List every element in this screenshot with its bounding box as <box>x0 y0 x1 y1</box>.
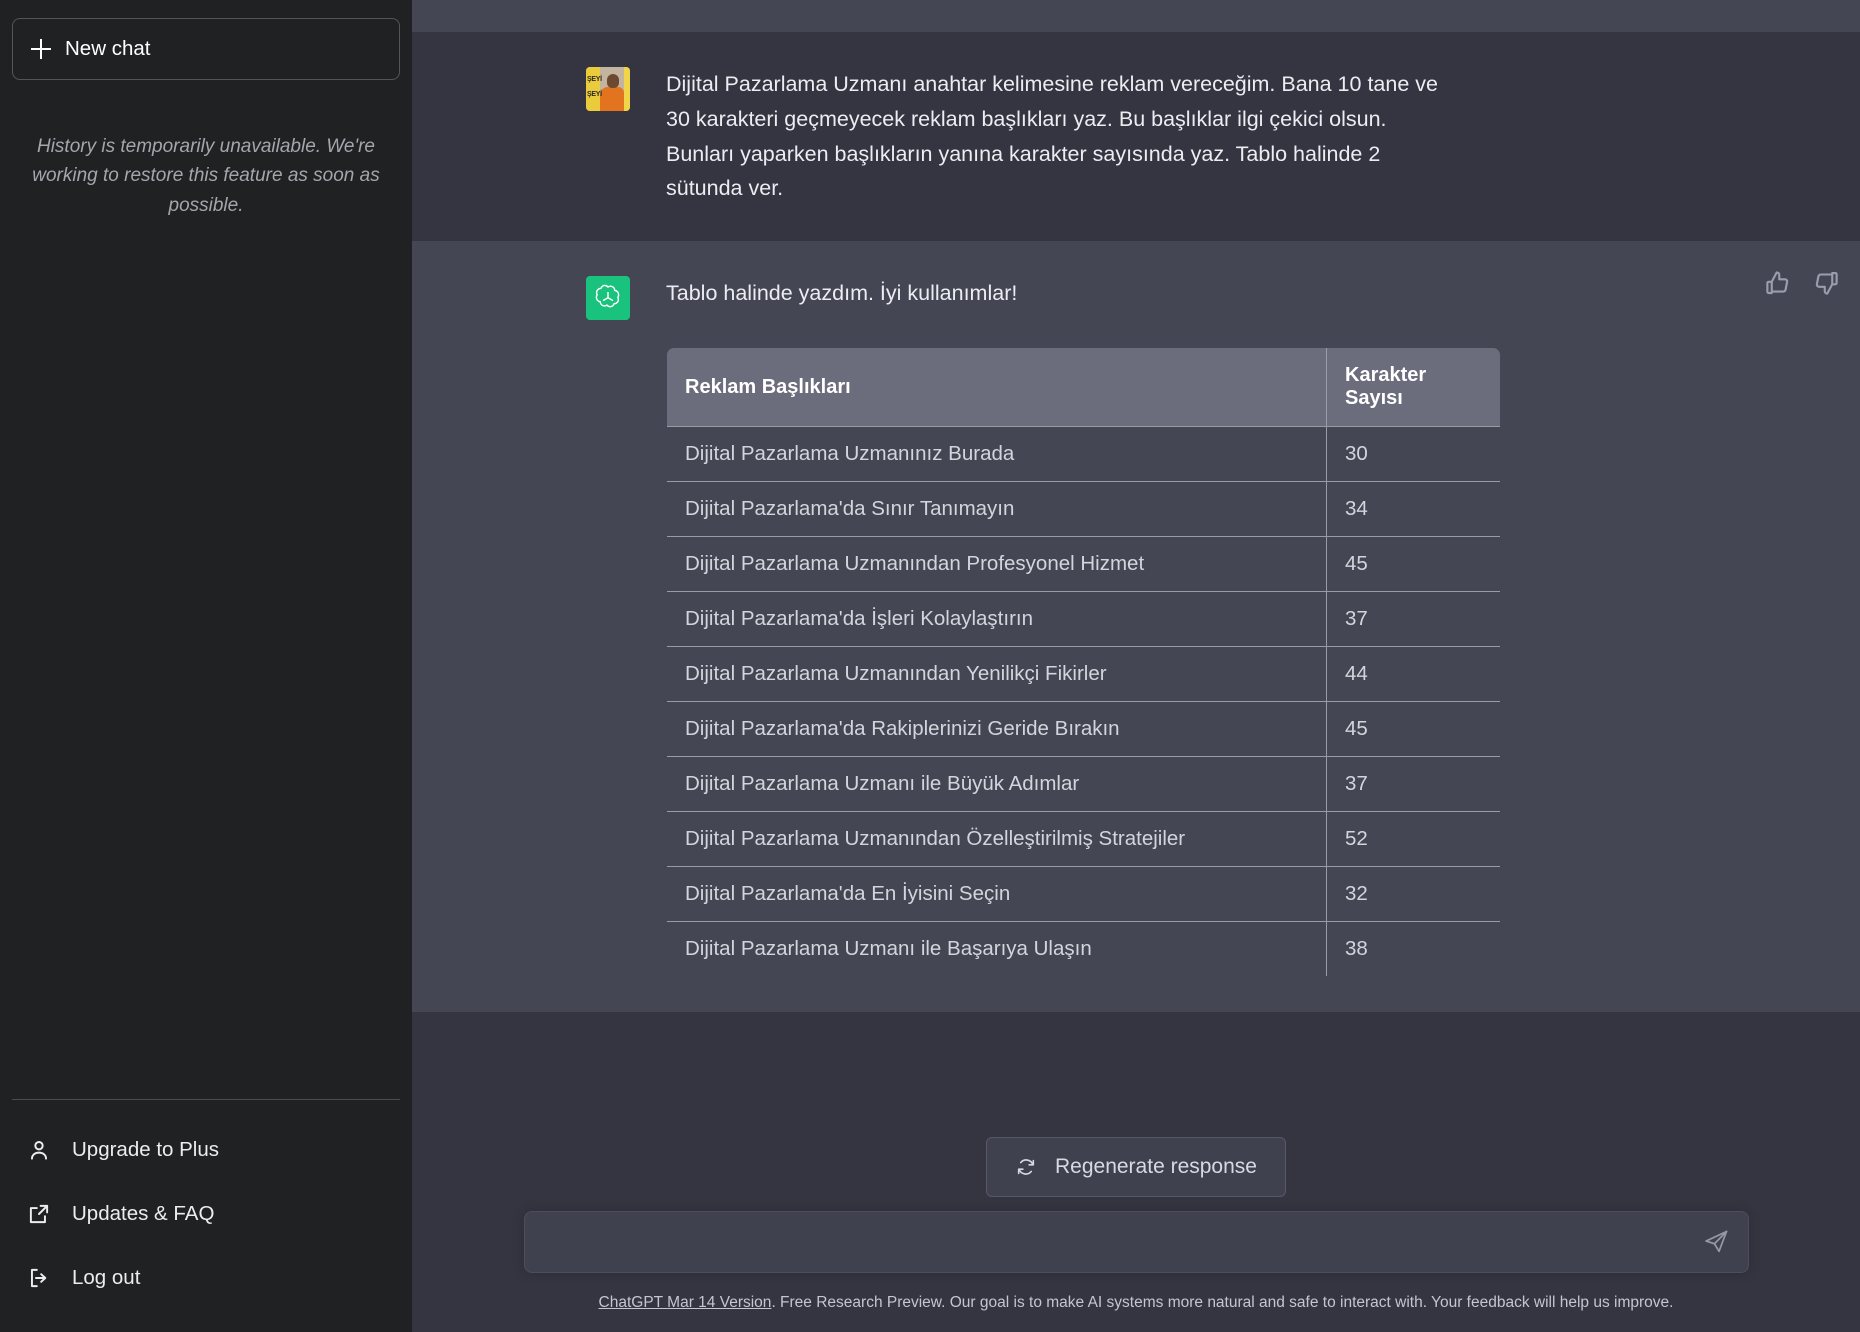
regenerate-response-button[interactable]: Regenerate response <box>986 1136 1286 1197</box>
new-chat-button[interactable]: New chat <box>12 18 400 80</box>
logout-icon <box>30 1268 47 1288</box>
table-cell-headline: Dijital Pazarlama Uzmanından Özelleştiri… <box>667 811 1327 868</box>
user-avatar-photo: ŞEYİ ŞEYİ <box>586 67 630 111</box>
ad-headlines-table: Reklam Başlıkları Karakter Sayısı Dijita… <box>666 347 1501 978</box>
table-cell-count: 45 <box>1326 536 1500 593</box>
table-cell-headline: Dijital Pazarlama'da İşleri Kolaylaştırı… <box>667 591 1327 648</box>
table-column-header-reklam-basliklari: Reklam Başlıkları <box>667 348 1327 428</box>
table-cell-count: 30 <box>1326 426 1500 483</box>
chatgpt-app: New chat History is temporarily unavaila… <box>0 0 1860 1332</box>
message-rating-controls <box>1763 268 1841 298</box>
table-row: Dijital Pazarlama'da Rakiplerinizi Gerid… <box>667 701 1500 758</box>
table-row: Dijital Pazarlama'da En İyisini Seçin 32 <box>667 866 1500 923</box>
external-link-icon <box>29 1204 49 1224</box>
new-chat-label: New chat <box>65 37 151 60</box>
thumbs-up-icon[interactable] <box>1763 268 1793 298</box>
message-input[interactable] <box>524 1230 1748 1254</box>
table-cell-headline: Dijital Pazarlama Uzmanı ile Başarıya Ul… <box>667 921 1327 977</box>
user-message-text: Dijital Pazarlama Uzmanı anahtar kelimes… <box>666 72 1444 201</box>
refresh-icon <box>1017 1158 1035 1175</box>
sidebar-item-log-out[interactable]: Log out <box>12 1246 400 1310</box>
sidebar-item-label-logout: Log out <box>72 1266 141 1289</box>
thumbs-down-icon[interactable] <box>1811 268 1841 298</box>
avatar-text-top: ŞEYİ <box>587 76 602 83</box>
sidebar-item-label-upgrade: Upgrade to Plus <box>72 1138 220 1161</box>
table-cell-headline: Dijital Pazarlama'da Sınır Tanımayın <box>667 481 1327 538</box>
table-cell-count: 37 <box>1326 591 1500 648</box>
table-cell-count: 37 <box>1326 756 1500 813</box>
table-row: Dijital Pazarlama Uzmanından Profesyonel… <box>667 536 1500 593</box>
scrollbar[interactable] <box>1856 0 1860 1332</box>
table-cell-headline: Dijital Pazarlama'da Rakiplerinizi Gerid… <box>667 701 1327 758</box>
avatar-text-bottom: ŞEYİ <box>587 91 602 98</box>
chat-main: ŞEYİ ŞEYİ Dijital Pazarlama Uzmanı anaht… <box>412 0 1860 1332</box>
sidebar-item-upgrade-to-plus[interactable]: Upgrade to Plus <box>12 1118 400 1182</box>
person-icon <box>30 1141 48 1160</box>
table-cell-count: 34 <box>1326 481 1500 538</box>
table-column-header-karakter-sayisi: Karakter Sayısı <box>1326 348 1500 428</box>
table-cell-count: 45 <box>1326 701 1500 758</box>
regenerate-wrapper: Regenerate response <box>412 1131 1860 1211</box>
regenerate-response-label: Regenerate response <box>1055 1154 1257 1178</box>
message-thread: ŞEYİ ŞEYİ Dijital Pazarlama Uzmanı anaht… <box>412 0 1860 1013</box>
table-row: Dijital Pazarlama'da Sınır Tanımayın 34 <box>667 481 1500 538</box>
table-row: Dijital Pazarlama Uzmanınız Burada 30 <box>667 426 1500 483</box>
openai-logo-icon <box>595 285 620 308</box>
table-cell-count: 38 <box>1326 921 1500 977</box>
table-cell-headline: Dijital Pazarlama Uzmanınız Burada <box>667 426 1327 483</box>
message-input-box[interactable] <box>523 1210 1749 1273</box>
table-row: Dijital Pazarlama Uzmanı ile Büyük Adıml… <box>667 756 1500 813</box>
table-row: Dijital Pazarlama Uzmanı ile Başarıya Ul… <box>667 921 1500 977</box>
assistant-message-row: Tablo halinde yazdım. İyi kullanımlar! R… <box>412 241 1860 1013</box>
sidebar-footer-menu: Upgrade to Plus Updates & FAQ Log out <box>12 1099 400 1324</box>
table-header-row: Reklam Başlıkları Karakter Sayısı <box>667 348 1500 428</box>
input-row <box>412 1210 1860 1283</box>
sidebar-item-updates-faq[interactable]: Updates & FAQ <box>12 1182 400 1246</box>
table-cell-headline: Dijital Pazarlama Uzmanından Yenilikçi F… <box>667 646 1327 703</box>
table-cell-count: 32 <box>1326 866 1500 923</box>
table-cell-count: 44 <box>1326 646 1500 703</box>
avatar <box>586 276 630 321</box>
assistant-message-text: Tablo halinde yazdım. İyi kullanımlar! <box>666 281 1018 306</box>
avatar: ŞEYİ ŞEYİ <box>586 67 630 111</box>
sidebar-item-label-updates: Updates & FAQ <box>72 1202 215 1225</box>
footer-disclaimer: ChatGPT Mar 14 Version. Free Research Pr… <box>412 1283 1860 1332</box>
version-link[interactable]: ChatGPT Mar 14 Version <box>599 1294 772 1311</box>
table-row: Dijital Pazarlama Uzmanından Özelleştiri… <box>667 811 1500 868</box>
footer-disclaimer-text: . Free Research Preview. Our goal is to … <box>771 1293 1674 1311</box>
table-cell-count: 52 <box>1326 811 1500 868</box>
plus-icon <box>31 39 51 59</box>
sidebar: New chat History is temporarily unavaila… <box>0 0 412 1332</box>
history-unavailable-note: History is temporarily unavailable. We'r… <box>32 136 380 216</box>
composer-area: Regenerate response ChatGPT Mar 14 Versi… <box>412 1120 1860 1332</box>
ad-headlines-table-wrapper: Reklam Başlıkları Karakter Sayısı Dijita… <box>666 347 1686 978</box>
table-cell-headline: Dijital Pazarlama Uzmanı ile Büyük Adıml… <box>667 756 1327 813</box>
table-row: Dijital Pazarlama Uzmanından Yenilikçi F… <box>667 646 1500 703</box>
send-icon[interactable] <box>1702 1228 1730 1256</box>
user-message-row: ŞEYİ ŞEYİ Dijital Pazarlama Uzmanı anaht… <box>412 32 1860 242</box>
previous-message-strip <box>412 0 1860 32</box>
table-row: Dijital Pazarlama'da İşleri Kolaylaştırı… <box>667 591 1500 648</box>
table-cell-headline: Dijital Pazarlama Uzmanından Profesyonel… <box>667 536 1327 593</box>
table-cell-headline: Dijital Pazarlama'da En İyisini Seçin <box>667 866 1327 923</box>
